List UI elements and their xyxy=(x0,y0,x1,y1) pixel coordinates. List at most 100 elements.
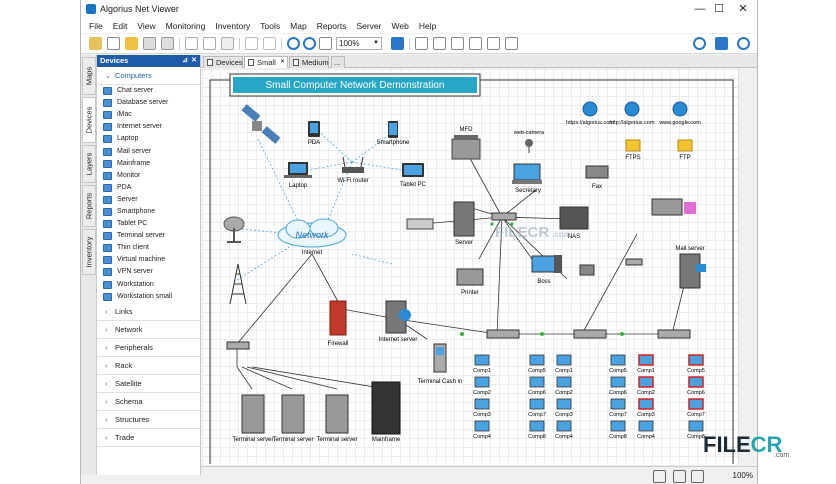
device-item[interactable]: Mainframe xyxy=(97,158,200,170)
category-peripherals[interactable]: › Peripherals xyxy=(97,339,200,357)
device-item[interactable]: Server xyxy=(97,194,200,206)
computer-node[interactable] xyxy=(474,398,490,410)
menu-server[interactable]: Server xyxy=(356,21,381,31)
text-icon[interactable] xyxy=(469,37,482,50)
device-item[interactable]: Workstation xyxy=(97,279,200,291)
menu-help[interactable]: Help xyxy=(419,21,436,31)
computer-node[interactable] xyxy=(556,354,572,366)
tab-devices[interactable]: Devices xyxy=(82,97,96,143)
camera-icon[interactable] xyxy=(715,37,728,50)
computer-node[interactable] xyxy=(529,420,545,432)
shape-icon[interactable] xyxy=(451,37,464,50)
device-item[interactable]: Laptop xyxy=(97,133,200,145)
broadcast-icon[interactable] xyxy=(391,37,404,50)
tab-reports[interactable]: Reports xyxy=(82,185,96,227)
computer-node[interactable] xyxy=(529,376,545,388)
computer-node[interactable] xyxy=(610,354,626,366)
menu-reports[interactable]: Reports xyxy=(317,21,347,31)
device-item[interactable]: iMac xyxy=(97,109,200,121)
category-structures[interactable]: › Structures xyxy=(97,411,200,429)
menu-file[interactable]: File xyxy=(89,21,103,31)
category-computers[interactable]: ⌄ Computers xyxy=(97,67,200,85)
save-icon[interactable] xyxy=(143,37,156,50)
computer-node[interactable] xyxy=(638,420,654,432)
vertical-scrollbar[interactable] xyxy=(738,69,757,466)
redo-icon[interactable] xyxy=(263,37,276,50)
computer-node[interactable] xyxy=(529,398,545,410)
save-all-icon[interactable] xyxy=(161,37,174,50)
computer-node[interactable] xyxy=(688,398,704,410)
minimize-button[interactable]: — xyxy=(693,2,707,16)
close-tab-icon[interactable]: ✕ xyxy=(280,57,285,68)
undo-icon[interactable] xyxy=(245,37,258,50)
menu-edit[interactable]: Edit xyxy=(113,21,128,31)
menu-monitoring[interactable]: Monitoring xyxy=(166,21,206,31)
device-item[interactable]: Mail server xyxy=(97,145,200,157)
device-item[interactable]: Monitor xyxy=(97,170,200,182)
close-icon[interactable]: ✕ xyxy=(191,55,197,67)
menu-web[interactable]: Web xyxy=(392,21,409,31)
computer-node[interactable] xyxy=(529,354,545,366)
actual-size-icon[interactable] xyxy=(691,470,704,483)
category-satellite[interactable]: › Satellite xyxy=(97,375,200,393)
computer-node[interactable] xyxy=(474,354,490,366)
computer-node[interactable] xyxy=(556,420,572,432)
computer-node[interactable] xyxy=(688,376,704,388)
gear-icon[interactable] xyxy=(737,37,750,50)
zoom-select[interactable]: 100% ▼ xyxy=(336,37,382,50)
menu-tools[interactable]: Tools xyxy=(260,21,280,31)
device-item[interactable]: Tablet PC xyxy=(97,218,200,230)
tab-more[interactable]: ... xyxy=(331,56,345,68)
new-document-icon[interactable] xyxy=(107,37,120,50)
diagram-canvas[interactable]: Small Computer Network Demonstration Net… xyxy=(202,69,738,466)
device-item[interactable]: Database server xyxy=(97,97,200,109)
device-item[interactable]: Chat server xyxy=(97,85,200,97)
grid-icon[interactable] xyxy=(505,37,518,50)
computer-node[interactable] xyxy=(638,376,654,388)
copy-icon[interactable] xyxy=(203,37,216,50)
category-rack[interactable]: › Rack xyxy=(97,357,200,375)
image-icon[interactable] xyxy=(487,37,500,50)
category-schema[interactable]: › Schema xyxy=(97,393,200,411)
tab-small[interactable]: Small ✕ xyxy=(244,56,288,68)
zoom-out-icon[interactable] xyxy=(303,37,316,50)
tab-maps[interactable]: Maps xyxy=(82,57,96,95)
tab-medium[interactable]: Medium xyxy=(289,56,329,68)
device-item[interactable]: Thin client xyxy=(97,242,200,254)
open-folder-icon[interactable] xyxy=(125,37,138,50)
computer-node[interactable] xyxy=(610,398,626,410)
category-trade[interactable]: › Trade xyxy=(97,429,200,447)
menu-view[interactable]: View xyxy=(137,21,155,31)
fit-page-icon[interactable] xyxy=(673,470,686,483)
zoom-fit-icon[interactable] xyxy=(319,37,332,50)
wizard-icon[interactable] xyxy=(89,37,102,50)
maximize-button[interactable]: ☐ xyxy=(712,2,726,16)
computer-node[interactable] xyxy=(638,354,654,366)
pin-icon[interactable]: ⊿ xyxy=(182,55,188,67)
computer-node[interactable] xyxy=(556,376,572,388)
computer-node[interactable] xyxy=(474,420,490,432)
computer-node[interactable] xyxy=(688,420,704,432)
device-item[interactable]: Terminal server xyxy=(97,230,200,242)
paste-icon[interactable] xyxy=(221,37,234,50)
computer-node[interactable] xyxy=(688,354,704,366)
computer-node[interactable] xyxy=(610,420,626,432)
category-network[interactable]: › Network xyxy=(97,321,200,339)
device-item[interactable]: VPN server xyxy=(97,266,200,278)
device-item[interactable]: PDA xyxy=(97,182,200,194)
close-button[interactable]: ✕ xyxy=(736,2,750,16)
tab-inventory[interactable]: Inventory xyxy=(82,229,96,275)
device-item[interactable]: Virtual machine xyxy=(97,254,200,266)
link-icon[interactable] xyxy=(433,37,446,50)
computer-node[interactable] xyxy=(556,398,572,410)
device-icon[interactable] xyxy=(415,37,428,50)
device-item[interactable]: Smartphone xyxy=(97,206,200,218)
tab-layers[interactable]: Layers xyxy=(82,145,96,183)
menu-inventory[interactable]: Inventory xyxy=(215,21,250,31)
device-item[interactable]: Workstation small xyxy=(97,291,200,303)
tab-devices-doc[interactable]: Devices xyxy=(203,56,243,68)
fit-width-icon[interactable] xyxy=(653,470,666,483)
category-links[interactable]: › Links xyxy=(97,303,200,321)
device-item[interactable]: Internet server xyxy=(97,121,200,133)
zoom-in-icon[interactable] xyxy=(287,37,300,50)
